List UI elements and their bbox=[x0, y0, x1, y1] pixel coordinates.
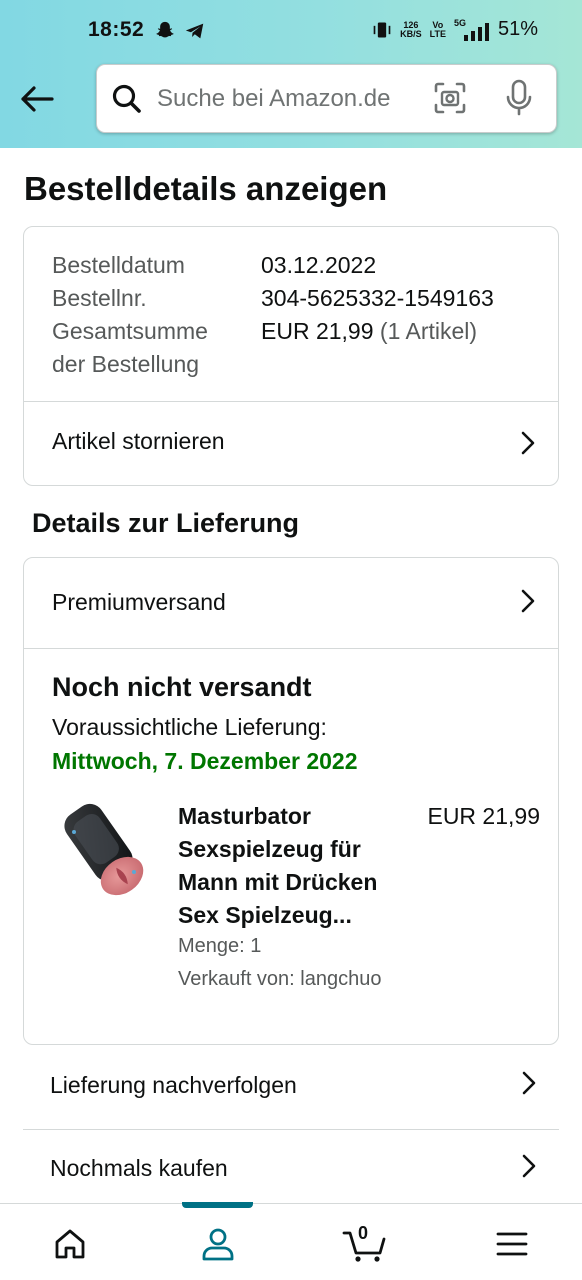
account-icon bbox=[202, 1228, 234, 1261]
bottom-navigation: 0 bbox=[0, 1202, 582, 1280]
shipping-method-link[interactable]: Premiumversand bbox=[24, 558, 558, 648]
back-arrow-icon bbox=[21, 86, 54, 112]
product-title[interactable]: Masturbator Sexspielzeug für Mann mit Dr… bbox=[178, 800, 404, 932]
nav-menu[interactable] bbox=[490, 1222, 534, 1266]
snapchat-icon bbox=[156, 21, 174, 38]
active-tab-indicator bbox=[182, 1202, 253, 1208]
product-price: EUR 21,99 bbox=[427, 803, 540, 829]
shipment-status: Noch nicht versandt bbox=[52, 672, 312, 702]
search-bar[interactable] bbox=[96, 64, 557, 133]
expected-delivery-label: Voraussichtliche Lieferung: bbox=[52, 714, 327, 740]
chevron-right-icon bbox=[521, 431, 535, 455]
telegram-icon bbox=[185, 23, 204, 39]
delivery-card: Premiumversand Noch nicht versandt Vorau… bbox=[23, 557, 559, 1045]
cart-count: 0 bbox=[358, 1223, 369, 1243]
battery-level: 51% bbox=[497, 18, 538, 40]
home-icon bbox=[55, 1229, 85, 1259]
signal-icon: 5G bbox=[454, 18, 490, 41]
search-icon bbox=[112, 84, 141, 113]
product-image[interactable] bbox=[54, 802, 154, 902]
order-summary-card: Bestelldatum 03.12.2022 Bestellnr. 304-5… bbox=[23, 226, 559, 486]
buy-again-link[interactable]: Nochmals kaufen bbox=[23, 1129, 559, 1211]
mic-icon[interactable] bbox=[505, 79, 533, 117]
order-total-label: Gesamtsumme der Bestellung bbox=[52, 318, 208, 377]
order-number-value: 304-5625332-1549163 bbox=[261, 285, 494, 311]
camera-icon[interactable] bbox=[433, 81, 467, 115]
shipping-method-label: Premiumversand bbox=[52, 589, 226, 615]
page-title: Bestelldetails anzeigen bbox=[24, 170, 388, 207]
status-bar: 18:52 126 KB/S Vo LTE 5G 51% bbox=[0, 0, 582, 62]
order-number-label: Bestellnr. bbox=[52, 285, 147, 311]
app-header: 18:52 126 KB/S Vo LTE 5G 51% bbox=[0, 0, 582, 148]
volte-bottom: LTE bbox=[429, 28, 446, 39]
cancel-items-link[interactable]: Artikel stornieren bbox=[24, 402, 558, 486]
chevron-right-icon bbox=[521, 589, 535, 613]
order-total-value: EUR 21,99 (1 Artikel) bbox=[261, 318, 478, 344]
status-time: 18:52 bbox=[88, 18, 145, 41]
order-date-value: 03.12.2022 bbox=[261, 252, 377, 278]
search-input[interactable] bbox=[157, 81, 417, 117]
order-item-count: (1 Artikel) bbox=[379, 318, 478, 344]
network-speed-unit: KB/S bbox=[400, 28, 422, 39]
chevron-right-icon bbox=[522, 1071, 536, 1095]
nav-account[interactable] bbox=[196, 1222, 240, 1266]
buy-again-label: Nochmals kaufen bbox=[50, 1155, 228, 1181]
menu-icon bbox=[496, 1232, 528, 1256]
cancel-items-label: Artikel stornieren bbox=[52, 428, 225, 454]
back-button[interactable] bbox=[16, 78, 58, 120]
expected-delivery-date: Mittwoch, 7. Dezember 2022 bbox=[52, 748, 358, 774]
product-quantity: Menge: 1 bbox=[178, 935, 262, 957]
product-seller: Verkauft von: langchuo bbox=[178, 968, 382, 990]
vibrate-icon bbox=[373, 22, 391, 37]
track-delivery-link[interactable]: Lieferung nachverfolgen bbox=[23, 1046, 559, 1128]
chevron-right-icon bbox=[522, 1154, 536, 1178]
delivery-section-title: Details zur Lieferung bbox=[32, 508, 300, 538]
order-date-label: Bestelldatum bbox=[52, 252, 185, 278]
nav-home[interactable] bbox=[48, 1222, 92, 1266]
divider bbox=[24, 648, 558, 649]
nav-cart[interactable]: 0 bbox=[340, 1222, 390, 1266]
track-delivery-label: Lieferung nachverfolgen bbox=[50, 1072, 297, 1098]
